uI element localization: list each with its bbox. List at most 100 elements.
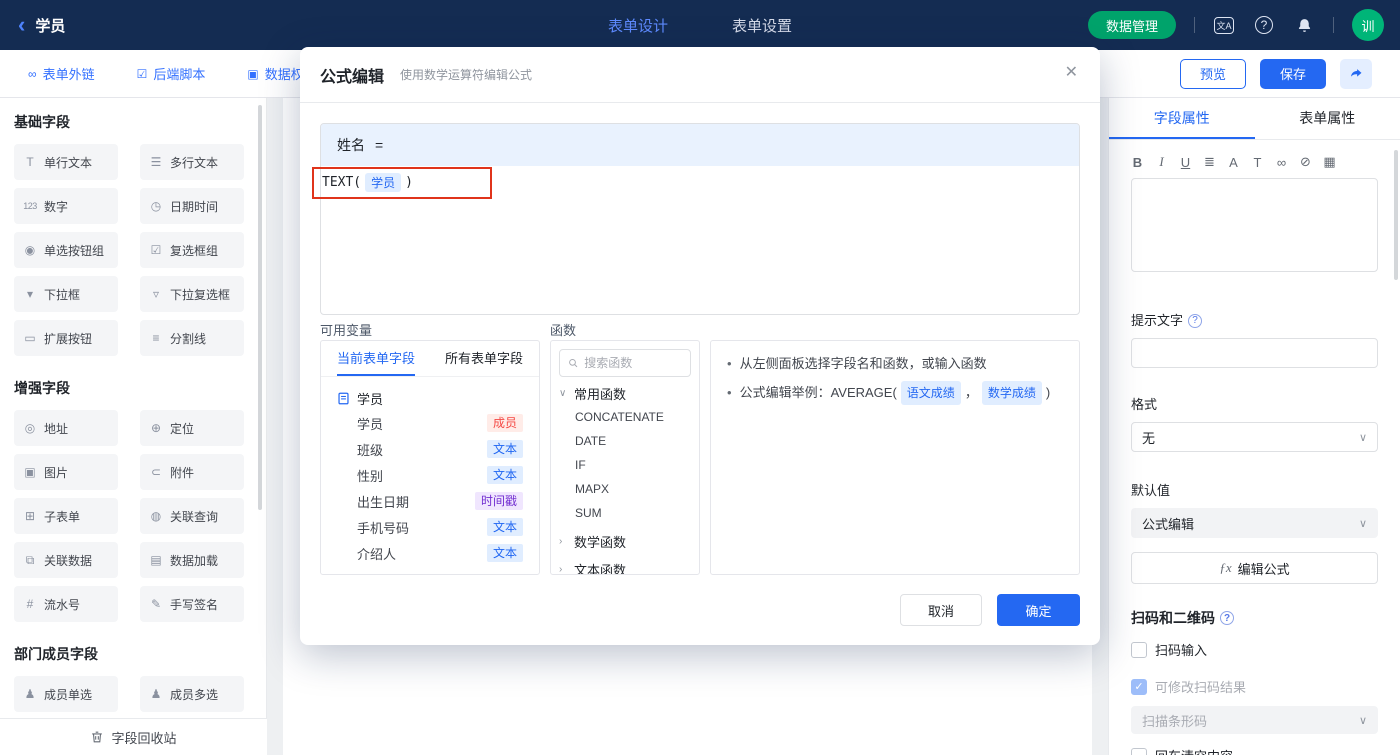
question-circle-icon[interactable]: ?	[1188, 314, 1203, 328]
scan-mode-select[interactable]: 扫描条形码 ∨	[1131, 706, 1378, 734]
sidebar-scrollbar[interactable]	[258, 105, 262, 510]
italic-icon[interactable]: I	[1155, 154, 1168, 170]
default-value-select[interactable]: 公式编辑 ∨	[1131, 508, 1378, 538]
variable-row[interactable]: 手机号码 文本	[337, 514, 523, 540]
single-line-text-icon: T	[26, 155, 34, 169]
share-button[interactable]	[1340, 58, 1372, 89]
variable-row[interactable]: 介绍人 文本	[337, 540, 523, 566]
font-size-icon[interactable]: T	[1251, 155, 1264, 170]
formula-editor[interactable]: 姓名 =	[320, 123, 1080, 315]
function-item[interactable]: MAPX	[559, 477, 691, 501]
function-group-math[interactable]: › 数学函数	[559, 529, 691, 553]
link-icon[interactable]: ∞	[1275, 155, 1288, 170]
tab-field-properties[interactable]: 字段属性	[1109, 98, 1255, 139]
tab-form-design[interactable]: 表单设计	[608, 15, 668, 36]
equals-sign: =	[375, 137, 384, 153]
description-editor[interactable]	[1131, 178, 1378, 272]
backend-script-link[interactable]: ☑ 后端脚本	[137, 64, 206, 83]
example-variable-chip: 数学成绩	[981, 381, 1042, 405]
function-group-text[interactable]: › 文本函数	[559, 557, 691, 575]
data-permission-link[interactable]: ▣ 数据权	[247, 64, 303, 83]
tab-form-settings[interactable]: 表单设置	[732, 15, 792, 36]
preview-button[interactable]: 预览	[1180, 58, 1246, 89]
tab-all-form-fields[interactable]: 所有表单字段	[445, 341, 523, 376]
back-chevron-icon[interactable]: ‹	[18, 14, 25, 36]
format-label: 格式	[1131, 397, 1158, 412]
palette-item-signature[interactable]: ✎ 手写签名	[140, 586, 244, 622]
palette-item-image[interactable]: ▣ 图片	[14, 454, 118, 490]
function-search-input[interactable]	[584, 356, 682, 370]
avatar[interactable]: 训	[1352, 9, 1384, 41]
palette-item-multi-dropdown[interactable]: ▿ 下拉复选框	[140, 276, 244, 312]
function-item[interactable]: SUM	[559, 501, 691, 525]
function-item[interactable]: DATE	[559, 429, 691, 453]
save-button[interactable]: 保存	[1260, 58, 1326, 89]
palette-item-member-single[interactable]: ♟ 成员单选	[14, 676, 118, 712]
default-value-label: 默认值	[1131, 483, 1171, 498]
scan-editable-row: ✓ 可修改扫码结果	[1131, 677, 1378, 696]
tab-current-form-fields[interactable]: 当前表单字段	[337, 341, 416, 376]
palette-item-subform[interactable]: ⊞ 子表单	[14, 498, 118, 534]
palette-item-datetime[interactable]: ◷ 日期时间	[140, 188, 244, 224]
unlink-icon[interactable]: ⊘	[1299, 154, 1312, 170]
notification-bell-icon[interactable]	[1293, 14, 1315, 36]
palette-item-data-load[interactable]: ▤ 数据加载	[140, 542, 244, 578]
variable-row[interactable]: 学员 成员	[337, 410, 523, 436]
translate-icon[interactable]: 文A	[1213, 14, 1235, 36]
function-search[interactable]	[559, 349, 691, 377]
variable-row[interactable]: 性别 文本	[337, 462, 523, 488]
tab-form-properties[interactable]: 表单属性	[1255, 98, 1400, 139]
palette-item-single-line-text[interactable]: T 单行文本	[14, 144, 118, 180]
app-root: ‹ 学员 表单设计 表单设置 数据管理 文A ? 训 ∞ 表单外链 ☑ 后端脚本…	[0, 0, 1400, 755]
format-select[interactable]: 无 ∨	[1131, 422, 1378, 452]
function-item[interactable]: IF	[559, 453, 691, 477]
help-icon[interactable]: ?	[1253, 14, 1275, 36]
confirm-button[interactable]: 确定	[997, 594, 1080, 626]
permission-icon: ▣	[247, 66, 259, 81]
palette-item-checkbox-group[interactable]: ☑ 复选框组	[140, 232, 244, 268]
hint-text-input[interactable]	[1131, 338, 1378, 368]
chevron-down-icon: ∨	[1358, 431, 1367, 444]
form-node[interactable]: 学员	[337, 386, 523, 410]
palette-item-radio-group[interactable]: ◉ 单选按钮组	[14, 232, 118, 268]
variable-chip[interactable]: 学员	[365, 173, 402, 192]
palette-item-linked-data[interactable]: ⧉ 关联数据	[14, 542, 118, 578]
form-external-link[interactable]: ∞ 表单外链	[28, 64, 95, 83]
scan-input-checkbox[interactable]	[1131, 641, 1147, 658]
clear-on-enter-checkbox[interactable]	[1131, 747, 1147, 755]
cancel-button[interactable]: 取消	[900, 594, 982, 626]
formula-expression[interactable]: TEXT( 学员 )	[322, 173, 413, 192]
palette-item-extend-button[interactable]: ▭ 扩展按钮	[14, 320, 118, 356]
variable-row[interactable]: 出生日期 时间戳	[337, 488, 523, 514]
underline-icon[interactable]: U	[1179, 155, 1192, 170]
palette-item-divider[interactable]: ≡ 分割线	[140, 320, 244, 356]
properties-scrollbar[interactable]	[1394, 150, 1398, 280]
function-group-common[interactable]: ∨ 常用函数	[559, 381, 691, 405]
data-manage-button[interactable]: 数据管理	[1087, 11, 1176, 39]
field-type-tag: 成员	[486, 414, 523, 432]
palette-item-member-multi[interactable]: ♟ 成员多选	[140, 676, 244, 712]
palette-item-multi-line-text[interactable]: ☰ 多行文本	[140, 144, 244, 180]
function-item[interactable]: CONCATENATE	[559, 405, 691, 429]
palette-item-linked-query[interactable]: ◍ 关联查询	[140, 498, 244, 534]
palette-item-serial-number[interactable]: # 流水号	[14, 586, 118, 622]
scan-editable-checkbox[interactable]: ✓	[1131, 678, 1147, 695]
palette-item-location[interactable]: ⊕ 定位	[140, 410, 244, 446]
palette-item-address[interactable]: ◎ 地址	[14, 410, 118, 446]
field-recycle-bin[interactable]: 字段回收站	[0, 718, 267, 755]
align-icon[interactable]: ≣	[1203, 154, 1216, 170]
close-icon[interactable]: ✕	[1065, 65, 1078, 81]
variable-row[interactable]: 班级 文本	[337, 436, 523, 462]
insert-image-icon[interactable]: ▦	[1323, 154, 1336, 170]
dropdown-icon: ▾	[26, 287, 34, 301]
bold-icon[interactable]: B	[1131, 155, 1144, 170]
subform-icon: ⊞	[24, 509, 36, 523]
font-color-icon[interactable]: A	[1227, 155, 1240, 170]
palette-item-attachment[interactable]: ⊂ 附件	[140, 454, 244, 490]
palette-item-number[interactable]: 123 数字	[14, 188, 118, 224]
edit-formula-button[interactable]: ƒx 编辑公式	[1131, 552, 1378, 584]
field-type-tag: 文本	[486, 440, 523, 458]
question-circle-icon[interactable]: ?	[1220, 611, 1234, 625]
palette-item-dropdown[interactable]: ▾ 下拉框	[14, 276, 118, 312]
palette-section-title: 基础字段	[14, 114, 70, 130]
